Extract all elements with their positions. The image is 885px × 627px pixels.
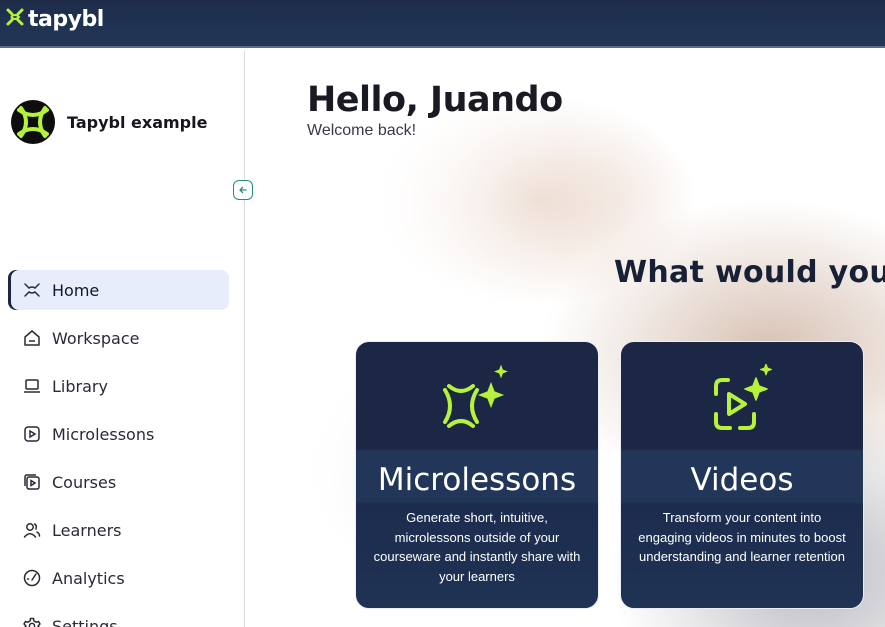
tapybl-logo-icon: [5, 7, 25, 32]
video-spark-icon: [621, 364, 863, 439]
microlesson-spark-icon: [356, 364, 598, 439]
sidebar-item-microlessons[interactable]: Microlessons: [8, 414, 229, 454]
sidebar-item-workspace[interactable]: Workspace: [8, 318, 229, 358]
card-description: Generate short, intuitive, microlessons …: [373, 510, 581, 584]
sidebar-item-settings[interactable]: Settings: [8, 606, 229, 627]
brand-logo[interactable]: tapybl: [5, 7, 104, 32]
gauge-icon: [22, 568, 42, 588]
house-icon: [22, 328, 42, 348]
org-header[interactable]: Tapybl example: [11, 100, 207, 144]
sidebar-nav: Home Workspace Library Microlessons Cour…: [8, 270, 229, 627]
sidebar-item-label: Workspace: [52, 328, 140, 348]
org-name: Tapybl example: [67, 112, 208, 132]
org-logo-icon: [17, 106, 49, 138]
home-spark-icon: [22, 280, 42, 300]
welcome-subtitle: Welcome back!: [307, 122, 417, 139]
sidebar-item-library[interactable]: Library: [8, 366, 229, 406]
users-icon: [22, 520, 42, 540]
sidebar-item-label: Analytics: [52, 568, 125, 588]
gear-icon: [22, 616, 42, 627]
prompt-heading: What would you: [614, 255, 885, 290]
collapse-sidebar-button[interactable]: [233, 180, 253, 200]
card-title: Videos: [690, 462, 794, 498]
videos-card[interactable]: Videos Transform your content into engag…: [620, 341, 864, 609]
card-description: Transform your content into engaging vid…: [638, 510, 846, 564]
sidebar-item-courses[interactable]: Courses: [8, 462, 229, 502]
sidebar-item-label: Learners: [52, 520, 122, 540]
laptop-icon: [22, 376, 42, 396]
sidebar: Tapybl example Home Workspace Library Mi…: [0, 50, 245, 627]
microlessons-card[interactable]: Microlessons Generate short, intuitive, …: [355, 341, 599, 609]
card-title: Microlessons: [377, 462, 577, 498]
play-square-icon: [22, 424, 42, 444]
sidebar-item-learners[interactable]: Learners: [8, 510, 229, 550]
top-bar: tapybl: [0, 0, 885, 48]
sidebar-item-label: Home: [52, 280, 100, 300]
sidebar-item-analytics[interactable]: Analytics: [8, 558, 229, 598]
stacked-play-icon: [22, 472, 42, 492]
sidebar-item-label: Microlessons: [52, 424, 155, 444]
sidebar-item-label: Courses: [52, 472, 117, 492]
main-content: Hello, Juando Welcome back! What would y…: [246, 50, 885, 627]
arrow-left-icon: [239, 186, 247, 194]
brand-name: tapybl: [28, 7, 104, 32]
sidebar-item-home[interactable]: Home: [8, 270, 229, 310]
org-avatar: [11, 100, 55, 144]
greeting-title: Hello, Juando: [307, 80, 563, 120]
sidebar-item-label: Library: [52, 376, 108, 396]
sidebar-item-label: Settings: [52, 616, 118, 627]
